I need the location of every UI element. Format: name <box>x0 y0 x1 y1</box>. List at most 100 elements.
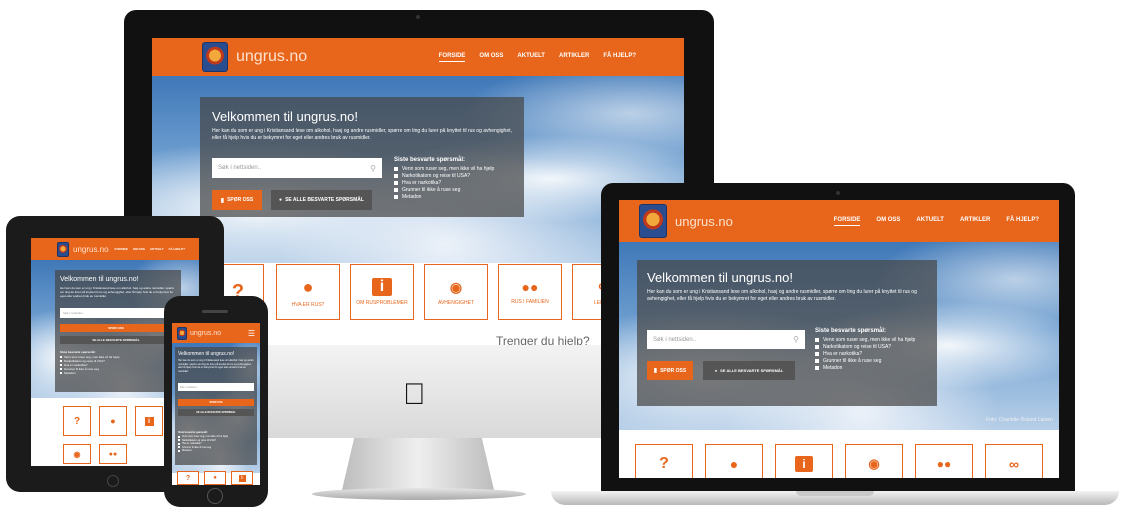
site-navbar: ungrus.no ☰ <box>172 323 260 343</box>
question-item[interactable]: Hva er narkotika? <box>394 180 520 187</box>
welcome-text: Her kan du som er ung i Kristiansand les… <box>60 286 175 298</box>
site-logo[interactable] <box>177 326 187 340</box>
menu-icon[interactable]: ☰ <box>248 329 255 338</box>
info-icon: i <box>144 416 154 426</box>
tile-avhengighet[interactable]: ◉ <box>845 444 903 478</box>
ask-button[interactable]: ▮ SPØR OSS <box>212 190 262 210</box>
question-item[interactable]: Metadon <box>178 449 256 453</box>
question-item[interactable]: Grunner til ikke å ruse seg <box>394 187 520 194</box>
nav-forside[interactable]: FORSIDE <box>438 53 466 62</box>
nav-aktuelt[interactable]: AKTUELT <box>150 247 164 251</box>
ask-button-label: SPØR OSS <box>660 367 687 374</box>
family-icon: ●● <box>521 279 539 295</box>
site-logo[interactable] <box>57 241 69 257</box>
search-input[interactable]: Søk i nettsiden.. ⚲ <box>647 330 805 349</box>
tile-question[interactable]: ? <box>63 406 91 436</box>
site-navbar: ungrus.no FORSIDE OM OSS AKTUELT ARTIKLE… <box>619 200 1059 242</box>
search-icon[interactable]: ⚲ <box>793 335 799 344</box>
search-icon[interactable]: ⚲ <box>370 164 376 173</box>
question-item[interactable]: Venn som ruser seg, men ikke vil ha hjel… <box>394 166 520 173</box>
nav-fa-hjelp[interactable]: FÅ HJELP? <box>169 247 185 251</box>
welcome-text: Her kan du som er ung i Kristiansand les… <box>212 128 512 141</box>
question-icon: ? <box>659 455 669 472</box>
tile-om-rusproblemer[interactable]: i <box>231 471 253 485</box>
site-logo[interactable] <box>202 42 228 72</box>
search-input[interactable]: Søk i nettsiden.. <box>60 308 172 318</box>
site-brand[interactable]: ungrus.no <box>236 48 307 66</box>
imac-foot <box>312 488 526 500</box>
search-input[interactable]: Søk i nettsiden.. <box>178 383 254 391</box>
search-input[interactable]: Søk i nettsiden.. ⚲ <box>212 158 382 178</box>
site-brand[interactable]: ungrus.no <box>190 330 221 337</box>
tile-hva-er-rus[interactable]: ● <box>705 444 763 478</box>
nav-forside[interactable]: FORSIDE <box>833 217 861 226</box>
search-placeholder: Søk i nettsiden.. <box>653 336 697 343</box>
welcome-title: Velkommen til ungrus.no! <box>60 276 139 283</box>
tile-lenker[interactable]: ∞ <box>985 444 1043 478</box>
tile-om-rusproblemer[interactable]: i OM RUSPROBLEMER <box>350 264 414 320</box>
question-item[interactable]: Metadon <box>815 365 933 372</box>
all-answers-button[interactable]: SE ALLE BESVARTE SPØRSMÅL <box>60 336 172 344</box>
nav-aktuelt[interactable]: AKTUELT <box>916 217 944 226</box>
nav-om-oss[interactable]: OM OSS <box>133 247 145 251</box>
question-item[interactable]: Metadon <box>394 194 520 201</box>
tile-label: AVHENGIGHET <box>437 299 475 306</box>
iphone-home-button <box>207 488 223 504</box>
tile-rus-i-familien[interactable]: ●● RUS I FAMILIEN <box>498 264 562 320</box>
question-item[interactable]: Hva er narkotika? <box>815 351 933 358</box>
chat-icon: ▮ <box>220 197 225 204</box>
nav-om-oss[interactable]: OM OSS <box>876 217 900 226</box>
nav-artikler[interactable]: ARTIKLER <box>960 217 990 226</box>
question-item[interactable]: Narkotikatom og reise til USA? <box>394 173 520 180</box>
all-answers-button[interactable]: ● SE ALLE BESVARTE SPØRSMÅL <box>703 361 795 380</box>
nav-fa-hjelp[interactable]: FÅ HJELP? <box>1006 217 1039 226</box>
ask-button[interactable]: ▮ SPØR OSS <box>647 361 693 380</box>
ask-button[interactable]: SPØR OSS <box>178 399 254 406</box>
all-answers-button[interactable]: ● SE ALLE BESVARTE SPØRSMÅL <box>271 190 372 210</box>
site-navbar: ungrus.no FORSIDE OM OSS AKTUELT ARTIKLE… <box>152 38 684 76</box>
latest-questions: Siste besvarte spørsmål: Venn som ruser … <box>60 350 176 375</box>
person-idea-icon: ● <box>213 475 217 481</box>
tile-rus-i-familien[interactable]: ●● <box>915 444 973 478</box>
tile-rus-i-familien[interactable]: ●● <box>99 444 127 464</box>
welcome-panel: Velkommen til ungrus.no! Her kan du som … <box>55 270 181 392</box>
question-item[interactable]: Venn som ruser seg, men ikke vil ha hjel… <box>815 337 933 344</box>
tile-question[interactable]: ? <box>635 444 693 478</box>
iphone-speaker <box>202 310 228 313</box>
nav-fa-hjelp[interactable]: FÅ HJELP? <box>603 53 636 62</box>
welcome-text: Her kan du som er ung i Kristiansand les… <box>647 289 917 302</box>
question-item[interactable]: Metadon <box>60 371 176 375</box>
site-brand[interactable]: ungrus.no <box>675 214 733 229</box>
person-idea-icon: ● <box>110 416 116 426</box>
site-brand[interactable]: ungrus.no <box>73 245 109 254</box>
ask-button[interactable]: SPØR OSS <box>60 324 172 332</box>
latest-questions: Siste besvarte spørsmål: Venn som ruser … <box>178 431 256 453</box>
ask-button-label: SPØR OSS <box>227 197 254 203</box>
search-placeholder: Søk i nettsiden.. <box>63 311 85 315</box>
questions-title: Siste besvarte spørsmål: <box>394 157 466 163</box>
ask-button-label: SPØR OSS <box>108 326 124 330</box>
tile-om-rusproblemer[interactable]: i <box>775 444 833 478</box>
nav-om-oss[interactable]: OM OSS <box>479 53 503 62</box>
question-item[interactable]: Narkotikatom og reise til USA? <box>815 344 933 351</box>
welcome-title: Velkommen til ungrus.no! <box>178 351 235 357</box>
question-item[interactable]: Grunner til ikke å ruse seg <box>815 358 933 365</box>
tile-question[interactable]: ? <box>177 471 199 485</box>
photo-credit: Foto: Charlotte Roland Larsen <box>986 417 1053 423</box>
nav-aktuelt[interactable]: AKTUELT <box>517 53 545 62</box>
all-answers-button[interactable]: SE ALLE BESVARTE SPØRSMÅL <box>178 409 254 416</box>
tile-avhengighet[interactable]: ◉ <box>63 444 91 464</box>
users-icon: ● <box>714 368 718 373</box>
site-logo[interactable] <box>639 204 667 238</box>
nav-artikler[interactable]: ARTIKLER <box>559 53 589 62</box>
tile-hva-er-rus[interactable]: ● HVA ER RUS? <box>276 264 340 320</box>
tile-hva-er-rus[interactable]: ● <box>99 406 127 436</box>
tile-om-rusproblemer[interactable]: i <box>135 406 163 436</box>
macbook-screen: ungrus.no FORSIDE OM OSS AKTUELT ARTIKLE… <box>619 200 1059 478</box>
ask-button-label: SPØR OSS <box>209 401 223 404</box>
questions-list: Venn som ruser seg, men ikke vil ha hjel… <box>815 337 933 372</box>
tile-hva-er-rus[interactable]: ● <box>204 471 226 485</box>
search-placeholder: Søk i nettsiden.. <box>180 385 198 389</box>
tile-avhengighet[interactable]: ◉ AVHENGIGHET <box>424 264 488 320</box>
nav-forside[interactable]: FORSIDE <box>115 247 128 251</box>
